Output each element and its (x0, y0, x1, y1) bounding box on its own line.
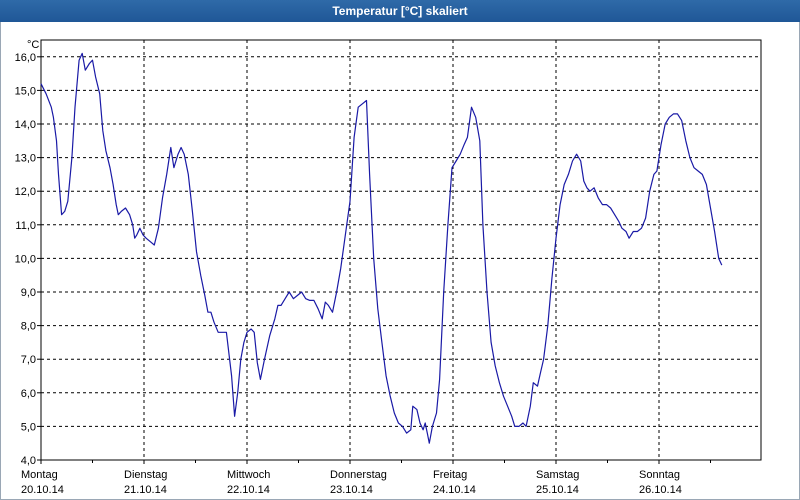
y-tick-label: 12,0 (15, 186, 36, 198)
x-tick-day: Samstag (536, 469, 579, 481)
y-tick-label: 14,0 (15, 119, 36, 131)
x-tick-date: 23.10.14 (330, 484, 373, 496)
y-tick-label: 4,0 (21, 455, 36, 467)
x-tick-date: 24.10.14 (433, 484, 476, 496)
temperature-line (40, 52, 723, 444)
y-axis-unit-label: °C (27, 39, 39, 51)
y-tick-label: 10,0 (15, 253, 36, 265)
x-tick-date: 21.10.14 (124, 484, 167, 496)
chart-window: 4,0 5,0 6,0 7,0 8,0 9,0 10,0 11,0 12,0 13,0 14,0 15… (0, 22, 800, 500)
x-tick-date: 22.10.14 (227, 484, 270, 496)
y-tick-label: 11,0 (15, 220, 36, 232)
y-tick-label: 9,0 (21, 287, 36, 299)
y-tick-label: 7,0 (21, 354, 36, 366)
x-tick-day: Mittwoch (227, 469, 270, 481)
y-tick-label: 5,0 (21, 421, 36, 433)
x-tick-day: Freitag (433, 469, 467, 481)
x-tick-date: 26.10.14 (639, 484, 682, 496)
x-tick-date: 20.10.14 (21, 484, 64, 496)
x-tick-date: 25.10.14 (536, 484, 579, 496)
y-tick-label: 8,0 (21, 321, 36, 333)
y-tick-label: 16,0 (15, 52, 36, 64)
grid (41, 40, 761, 460)
y-tick-label: 13,0 (15, 153, 36, 165)
temperature-chart: 4,0 5,0 6,0 7,0 8,0 9,0 10,0 11,0 12,0 13,0 14,0 15… (15, 39, 762, 496)
x-tick-day: Donnerstag (330, 469, 387, 481)
series (40, 52, 723, 444)
plot-frame (40, 39, 762, 461)
x-axis-ticks: Montag 20.10.14 Dienstag 21.10.14 Mittwoch 22… (21, 460, 711, 496)
x-tick-day: Dienstag (124, 469, 167, 481)
axes (40, 39, 762, 461)
x-tick-day: Montag (21, 469, 58, 481)
window-titlebar: Temperatur [°C] skaliert (0, 0, 800, 22)
y-tick-label: 15,0 (15, 85, 36, 97)
x-tick-day: Sonntag (639, 469, 680, 481)
y-tick-label: 6,0 (21, 388, 36, 400)
window-title: Temperatur [°C] skaliert (332, 4, 468, 18)
y-axis-ticks: 4,0 5,0 6,0 7,0 8,0 9,0 10,0 11,0 12,0 13,0 14,0 15… (15, 52, 41, 467)
